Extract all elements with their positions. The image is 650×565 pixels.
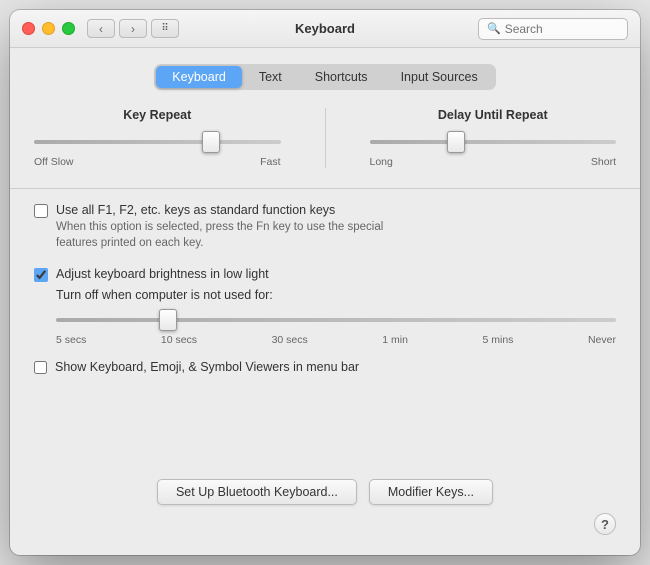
search-input[interactable]	[505, 22, 619, 36]
fn-keys-label: Use all F1, F2, etc. keys as standard fu…	[56, 203, 383, 217]
key-repeat-label: Key Repeat	[123, 108, 191, 122]
keyboard-preferences-window: ‹ › ⠿ Keyboard 🔍 Keyboard Text Shortcuts…	[10, 10, 640, 555]
timer-labels: 5 secs 10 secs 30 secs 1 min 5 mins Neve…	[56, 334, 616, 346]
emoji-checkbox[interactable]	[34, 361, 47, 374]
delay-repeat-thumb[interactable]	[447, 131, 465, 153]
delay-repeat-right-label: Short	[591, 156, 616, 168]
separator-1	[10, 188, 640, 189]
key-repeat-thumb[interactable]	[202, 131, 220, 153]
back-button[interactable]: ‹	[87, 19, 115, 38]
key-repeat-group: Key Repeat Off Slow Fast	[34, 108, 281, 168]
tab-input-sources[interactable]: Input Sources	[385, 66, 494, 88]
minimize-button[interactable]	[42, 22, 55, 35]
button-row: Set Up Bluetooth Keyboard... Modifier Ke…	[34, 469, 616, 505]
modifier-keys-button[interactable]: Modifier Keys...	[369, 479, 493, 505]
delay-repeat-range-labels: Long Short	[370, 156, 617, 168]
delay-repeat-label: Delay Until Repeat	[438, 108, 548, 122]
tab-keyboard[interactable]: Keyboard	[156, 66, 242, 88]
timer-label-0: 5 secs	[56, 334, 86, 346]
titlebar: ‹ › ⠿ Keyboard 🔍	[10, 10, 640, 48]
sliders-row: Key Repeat Off Slow Fast Delay Until Rep…	[34, 108, 616, 168]
timer-label-3: 1 min	[382, 334, 408, 346]
tab-bar: Keyboard Text Shortcuts Input Sources	[34, 64, 616, 90]
delay-repeat-left-label: Long	[370, 156, 393, 168]
delay-repeat-track	[370, 140, 617, 144]
search-icon: 🔍	[487, 22, 501, 35]
key-repeat-track	[34, 140, 281, 144]
key-repeat-left-label: Off Slow	[34, 156, 74, 168]
timer-label-4: 5 mins	[482, 334, 513, 346]
help-area: ?	[34, 513, 616, 535]
timer-label-2: 30 secs	[272, 334, 308, 346]
key-repeat-slider-container	[34, 132, 281, 152]
grid-button[interactable]: ⠿	[151, 19, 179, 38]
timer-thumb[interactable]	[159, 309, 177, 331]
timer-label-1: 10 secs	[161, 334, 197, 346]
bluetooth-keyboard-button[interactable]: Set Up Bluetooth Keyboard...	[157, 479, 357, 505]
fn-keys-checkbox[interactable]	[34, 204, 48, 218]
timer-section: Turn off when computer is not used for: …	[56, 288, 616, 346]
brightness-checkbox-row: Adjust keyboard brightness in low light	[34, 267, 616, 282]
close-button[interactable]	[22, 22, 35, 35]
tab-text[interactable]: Text	[243, 66, 298, 88]
brightness-section: Adjust keyboard brightness in low light …	[34, 267, 616, 360]
slider-divider	[325, 108, 326, 168]
search-bar[interactable]: 🔍	[478, 18, 628, 40]
traffic-lights	[22, 22, 75, 35]
tab-shortcuts[interactable]: Shortcuts	[299, 66, 384, 88]
turn-off-label: Turn off when computer is not used for:	[56, 288, 616, 302]
brightness-checkbox[interactable]	[34, 268, 48, 282]
tabs-container: Keyboard Text Shortcuts Input Sources	[154, 64, 495, 90]
key-repeat-right-label: Fast	[260, 156, 280, 168]
brightness-label: Adjust keyboard brightness in low light	[56, 267, 269, 281]
forward-button[interactable]: ›	[119, 19, 147, 38]
key-repeat-range-labels: Off Slow Fast	[34, 156, 281, 168]
emoji-checkbox-row: Show Keyboard, Emoji, & Symbol Viewers i…	[34, 360, 616, 374]
help-button[interactable]: ?	[594, 513, 616, 535]
timer-track	[56, 318, 616, 322]
nav-buttons: ‹ ›	[87, 19, 147, 38]
timer-slider-container	[56, 310, 616, 330]
fn-keys-sublabel: When this option is selected, press the …	[56, 219, 383, 251]
content-area: Keyboard Text Shortcuts Input Sources Ke…	[10, 48, 640, 555]
maximize-button[interactable]	[62, 22, 75, 35]
fn-keys-text: Use all F1, F2, etc. keys as standard fu…	[56, 203, 383, 251]
emoji-label: Show Keyboard, Emoji, & Symbol Viewers i…	[55, 360, 359, 374]
delay-repeat-slider-container	[370, 132, 617, 152]
window-title: Keyboard	[295, 21, 355, 36]
fn-keys-row: Use all F1, F2, etc. keys as standard fu…	[34, 203, 616, 251]
delay-repeat-group: Delay Until Repeat Long Short	[370, 108, 617, 168]
timer-label-5: Never	[588, 334, 616, 346]
